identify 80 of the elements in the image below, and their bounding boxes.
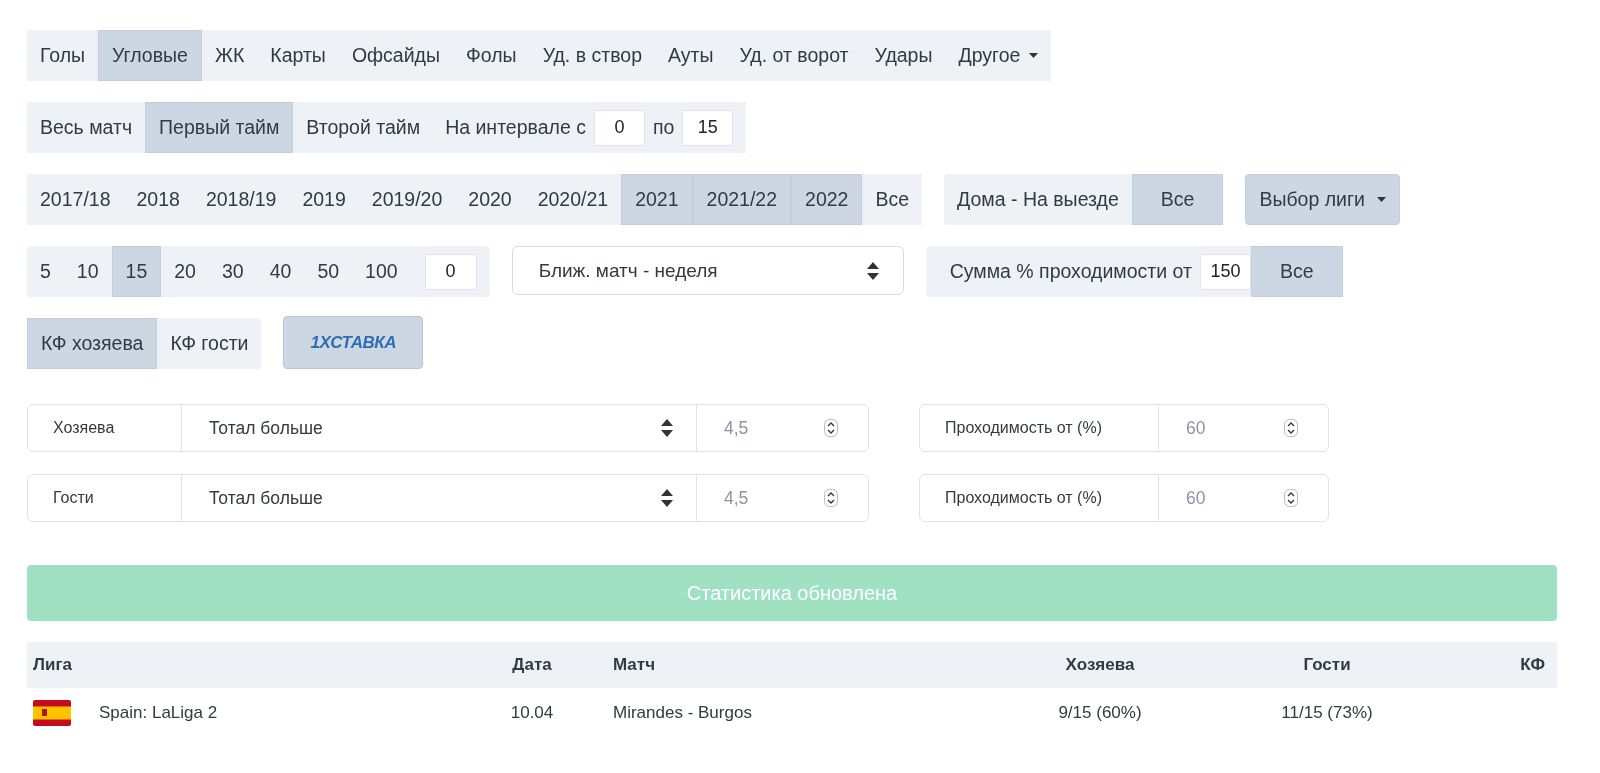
stat-tab[interactable]: Угловые	[98, 30, 202, 81]
count-input[interactable]: 0	[424, 253, 477, 290]
season-tab[interactable]: 2021/22	[692, 174, 792, 225]
all-button[interactable]: Все	[1250, 246, 1343, 297]
stat-tab[interactable]: ЖК	[201, 30, 258, 81]
count-tab[interactable]: 5	[27, 246, 64, 297]
sum-input[interactable]: 150	[1199, 253, 1251, 290]
bookmaker-button[interactable]: 1XСТАВКА	[283, 316, 423, 369]
caret-icon	[1029, 53, 1039, 58]
line-input[interactable]: 4,5	[724, 417, 784, 439]
spinner-icon	[1284, 489, 1298, 507]
pass-label: Проходимость от (%)	[920, 475, 1159, 521]
stat-tab[interactable]: Фолы	[453, 30, 530, 81]
stat-tab[interactable]: Голы	[27, 30, 99, 81]
market-select[interactable]: Тотал больше	[182, 475, 697, 521]
column-header: КФ	[1520, 655, 1545, 675]
count-tab[interactable]: 15	[111, 246, 162, 297]
sort-arrows-icon	[661, 419, 673, 437]
period-tab[interactable]: Весь матч	[27, 102, 146, 153]
table-cell: 11/15 (73%)	[1281, 702, 1373, 723]
team-label: Хозяева	[28, 405, 182, 451]
odds-tab[interactable]: КФ гости	[157, 318, 262, 369]
table-cell: Mirandes - Burgos	[613, 702, 752, 723]
season-tab[interactable]: 2019/20	[358, 174, 456, 225]
count-tab[interactable]: 30	[208, 246, 257, 297]
count-tab[interactable]: 40	[256, 246, 305, 297]
period-tab[interactable]: Первый тайм	[145, 102, 294, 153]
column-header: Дата	[512, 655, 552, 675]
stat-tab[interactable]: Ауты	[655, 30, 727, 81]
pass-input[interactable]: 60	[1186, 417, 1246, 439]
stat-tab[interactable]: Удары	[861, 30, 946, 81]
to-input[interactable]: 15	[682, 109, 734, 146]
column-header: Гости	[1303, 655, 1351, 675]
venue-tab[interactable]: Все	[1131, 174, 1224, 225]
league-dropdown[interactable]: Выбор лиги	[1245, 174, 1400, 225]
pass-label: Проходимость от (%)	[920, 405, 1159, 451]
from-input[interactable]: 0	[593, 109, 645, 146]
caret-icon	[1377, 197, 1386, 202]
column-header: Матч	[613, 655, 656, 675]
stat-tab[interactable]: Другое	[945, 30, 1052, 81]
odds-tab[interactable]: КФ хозяева	[27, 318, 158, 369]
season-tab[interactable]: 2019	[289, 174, 359, 225]
table-cell: 9/15 (60%)	[1058, 702, 1142, 723]
season-tab[interactable]: 2018	[123, 174, 193, 225]
column-header: Хозяева	[1065, 655, 1135, 675]
season-tab[interactable]: 2017/18	[27, 174, 124, 225]
count-tab[interactable]: 20	[161, 246, 209, 297]
spinner-icon	[824, 419, 838, 437]
season-tab[interactable]: 2021	[621, 174, 693, 225]
market-select[interactable]: Тотал больше	[182, 405, 697, 451]
to-label: по	[652, 116, 675, 139]
count-tab[interactable]: 10	[63, 246, 112, 297]
stat-tab[interactable]: Уд. в створ	[529, 30, 655, 81]
column-header: Лига	[33, 655, 72, 675]
team-label: Гости	[28, 475, 182, 521]
stat-tab[interactable]: Уд. от ворот	[726, 30, 862, 81]
nearest-match-select[interactable]: Ближ. матч - неделя	[511, 246, 904, 295]
season-tab[interactable]: 2022	[791, 174, 863, 225]
status-banner: Статистика обновлена	[27, 565, 1557, 621]
season-tab[interactable]: Все	[862, 174, 923, 225]
season-tab[interactable]: 2018/19	[192, 174, 290, 225]
sort-arrows-icon	[661, 489, 673, 507]
count-tab[interactable]: 100	[352, 246, 411, 297]
spinner-icon	[824, 489, 838, 507]
season-tab[interactable]: 2020	[455, 174, 525, 225]
flag-icon	[33, 699, 71, 726]
stat-tab[interactable]: Карты	[257, 30, 339, 81]
count-tab[interactable]: 50	[304, 246, 353, 297]
season-tab[interactable]: 2020/21	[524, 174, 622, 225]
line-input[interactable]: 4,5	[724, 487, 784, 509]
table-cell: 10.04	[510, 702, 554, 723]
venue-tab[interactable]: Дома - На выезде	[944, 174, 1132, 225]
pass-input[interactable]: 60	[1186, 487, 1246, 509]
sort-arrows-icon	[866, 261, 879, 280]
spinner-icon	[1284, 419, 1298, 437]
interval-label: На интервале с	[445, 116, 586, 139]
stat-tab[interactable]: Офсайды	[338, 30, 453, 81]
sum-label: Сумма % проходимости от	[949, 260, 1192, 283]
table-cell: Spain: LaLiga 2	[99, 702, 218, 723]
period-tab[interactable]: Второй тайм	[293, 102, 434, 153]
